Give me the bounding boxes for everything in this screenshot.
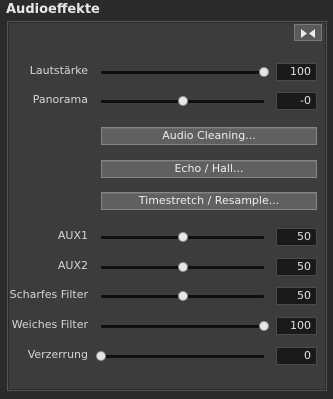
slider-value-field[interactable]: 50	[276, 287, 317, 305]
slider-thumb[interactable]	[96, 351, 106, 361]
slider-value-field[interactable]: 0	[276, 347, 317, 365]
echo-hall-button[interactable]: Echo / Hall...	[101, 160, 317, 178]
slider-track[interactable]	[101, 355, 264, 358]
audio-cleaning-button[interactable]: Audio Cleaning...	[101, 127, 317, 145]
panel-title: Audioeffekte	[6, 2, 100, 17]
slider-value-field[interactable]: 100	[276, 317, 317, 335]
slider-thumb[interactable]	[177, 96, 188, 106]
slider-thumb[interactable]	[259, 67, 269, 77]
slider-value-field[interactable]: -0	[276, 92, 317, 110]
panel-toggle-button[interactable]	[294, 24, 322, 41]
slider-row-volume: Lautstärke 100	[0, 63, 333, 81]
slider-row-aux1: AUX1 50	[0, 228, 333, 246]
slider-row-panorama: Panorama -0	[0, 92, 333, 110]
slider-track[interactable]	[101, 71, 264, 74]
slider-label: Verzerrung	[27, 348, 88, 361]
slider-row-sharp-filter: Scharfes Filter 50	[0, 287, 333, 305]
slider-label: Panorama	[32, 93, 88, 106]
slider-value-field[interactable]: 50	[276, 228, 317, 246]
slider-thumb[interactable]	[177, 232, 188, 242]
timestretch-button[interactable]: Timestretch / Resample...	[101, 192, 317, 210]
slider-track[interactable]	[101, 325, 264, 328]
slider-label: Weiches Filter	[11, 318, 88, 331]
slider-row-soft-filter: Weiches Filter 100	[0, 317, 333, 335]
collapse-arrows-icon	[301, 23, 315, 42]
slider-label: AUX2	[57, 259, 88, 272]
slider-row-aux2: AUX2 50	[0, 258, 333, 276]
slider-label: Scharfes Filter	[9, 288, 88, 301]
slider-label: Lautstärke	[29, 64, 88, 77]
slider-value-field[interactable]: 50	[276, 258, 317, 276]
slider-value-field[interactable]: 100	[276, 63, 317, 81]
slider-thumb[interactable]	[259, 321, 269, 331]
slider-row-distortion: Verzerrung 0	[0, 347, 333, 365]
slider-label: AUX1	[57, 229, 88, 242]
slider-thumb[interactable]	[177, 262, 188, 272]
slider-thumb[interactable]	[177, 291, 188, 301]
